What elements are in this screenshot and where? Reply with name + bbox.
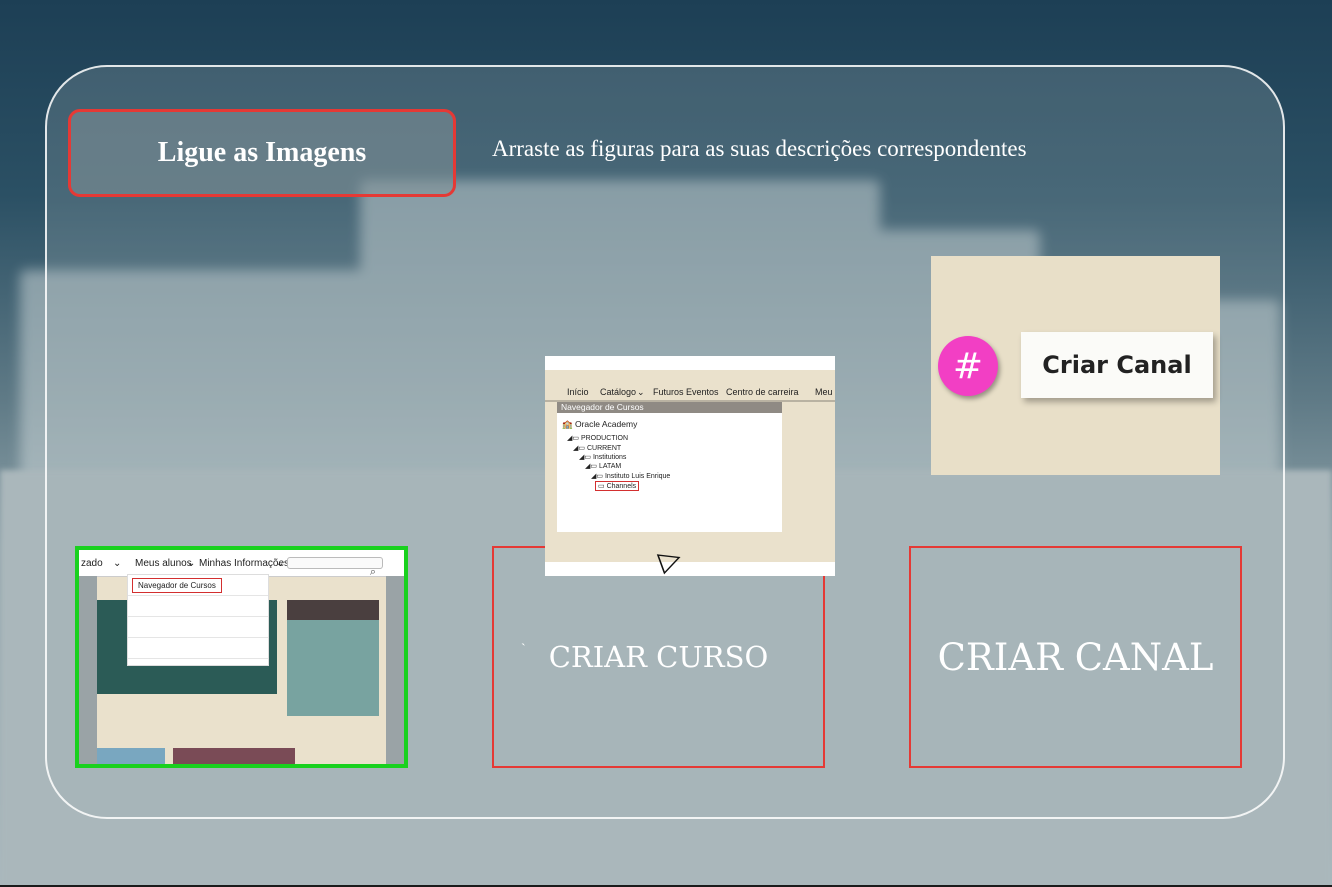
tree-node: LATAM: [598, 463, 622, 470]
draggable-image-navigator[interactable]: Início Catálogo ⌄ Futuros Eventos Centro…: [545, 356, 835, 577]
thumb-menu-item: Navegador de Cursos: [132, 578, 222, 593]
drop-target-1[interactable]: zado ⌄ Meus alunos ⌄ Minhas Informações …: [75, 546, 408, 768]
course-navigator-panel: Navegador de Cursos 🏫 Oracle Academy ◢▭ …: [557, 402, 782, 577]
tick-mark: `: [521, 642, 526, 657]
thumb-search-input: ⌕: [287, 557, 383, 578]
thumb-nav-item: Meus alunos: [135, 558, 192, 569]
thumb-dropdown-menu: Navegador de Cursos: [127, 574, 269, 666]
cursor-icon: ▷: [654, 540, 686, 577]
drop-label: CRIAR CURSO: [548, 640, 769, 674]
navigator-header: Navegador de Cursos: [557, 402, 782, 413]
thumb-right-bar: [386, 576, 404, 764]
draggable-image-criar-canal[interactable]: # Criar Canal: [931, 256, 1220, 475]
criar-canal-button-image: Criar Canal: [1021, 332, 1213, 398]
nav-menu-item: Futuros Eventos: [653, 387, 719, 397]
search-icon: ⌕: [369, 566, 376, 578]
tree-node: CURRENT: [586, 445, 622, 452]
thumb-plum-block: [173, 748, 295, 764]
thumb-teal-card: [287, 620, 379, 716]
tree-root: Oracle Academy: [574, 419, 638, 429]
hash-icon: #: [938, 336, 998, 396]
nav-menu-bar: Início Catálogo ⌄ Futuros Eventos Centro…: [545, 384, 835, 402]
thumb-nav-item: zado: [81, 558, 103, 569]
nav-menu-item: Centro de carreira: [726, 387, 799, 397]
drop-label: CRIAR CANAL: [937, 635, 1214, 679]
thumb-dark-block: [287, 600, 379, 620]
thumb-left-bar: [79, 576, 97, 764]
nav-menu-item: Catálogo: [600, 387, 637, 397]
thumb-nav-bar: zado ⌄ Meus alunos ⌄ Minhas Informações …: [79, 550, 404, 578]
drop-target-criar-canal[interactable]: CRIAR CANAL: [909, 546, 1242, 768]
instruction-text: Arraste as figuras para as suas descriçõ…: [492, 136, 1027, 161]
tree-node: Instituto Luis Enrique: [604, 473, 671, 480]
tree-node: PRODUCTION: [580, 435, 629, 442]
tree-node-channels: Channels: [606, 483, 637, 490]
thumb-blue-block: [97, 748, 165, 764]
nav-menu-item: Meu: [815, 387, 833, 397]
activity-title: Ligue as Imagens: [68, 109, 456, 197]
tree-node: Institutions: [592, 454, 627, 461]
drop-target-criar-curso[interactable]: CRIAR CURSO: [492, 546, 825, 768]
nav-menu-item: Início: [567, 387, 589, 397]
